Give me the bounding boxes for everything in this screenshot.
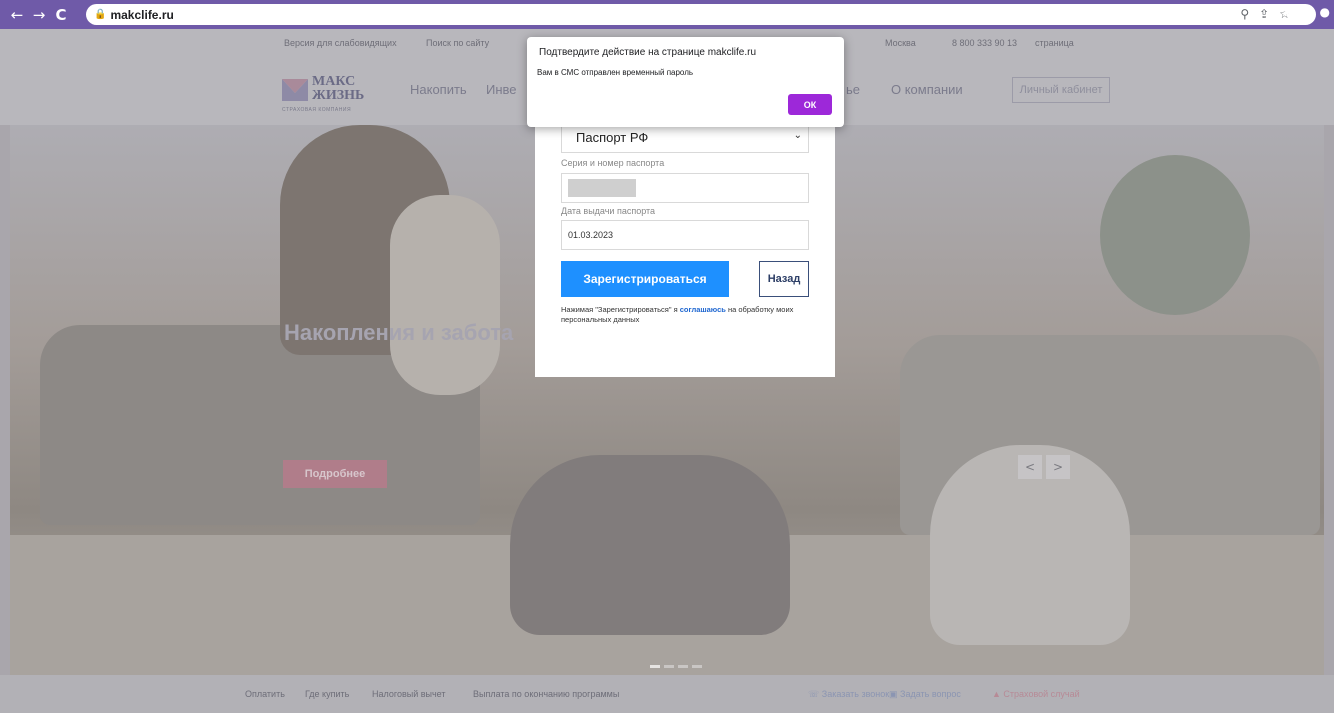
reload-icon[interactable]: C bbox=[50, 6, 72, 24]
carousel-dot[interactable] bbox=[650, 665, 660, 668]
carousel-dots bbox=[650, 665, 702, 668]
browser-alert-dialog: Подтвердите действие на странице makclif… bbox=[527, 37, 844, 127]
carousel-dot[interactable] bbox=[664, 665, 674, 668]
issue-date-field[interactable]: 01.03.2023 bbox=[561, 220, 809, 250]
side-panel-icon[interactable]: ▢ bbox=[1300, 5, 1311, 19]
browser-toolbar: ← → C 🔒 makclife.ru ⚲ ⇪ ☆ ✱ ▢ ● bbox=[0, 0, 1334, 29]
chevron-down-icon: ⌄ bbox=[793, 130, 802, 141]
issue-date-label: Дата выдачи паспорта bbox=[561, 206, 656, 216]
passport-number-field[interactable] bbox=[561, 173, 809, 203]
footer-insurance-case[interactable]: ▲ Страховой случай bbox=[992, 689, 1080, 699]
footer-link-tax[interactable]: Налоговый вычет bbox=[372, 689, 446, 699]
profile-icon[interactable]: ● bbox=[1320, 5, 1330, 19]
share-icon[interactable]: ⇪ bbox=[1259, 7, 1269, 21]
footer-link-pay[interactable]: Оплатить bbox=[245, 689, 285, 699]
carousel-dot[interactable] bbox=[692, 665, 702, 668]
carousel-arrows: < > bbox=[1018, 455, 1070, 479]
logo-subtitle: СТРАХОВАЯ КОМПАНИЯ bbox=[282, 107, 352, 113]
ok-button[interactable]: ОК bbox=[788, 94, 832, 115]
personal-cabinet-button[interactable]: Личный кабинет bbox=[1012, 77, 1110, 103]
site-search-link[interactable]: Поиск по сайту bbox=[426, 38, 489, 48]
menu-item-invest[interactable]: Инве bbox=[486, 82, 517, 97]
logo-line1: МАКС bbox=[312, 74, 356, 89]
consent-link[interactable]: соглашаюсь bbox=[680, 305, 726, 314]
footer-link-payout[interactable]: Выплата по окончанию программы bbox=[473, 689, 619, 699]
registration-form: Паспорт РФ ⌄ Серия и номер паспорта Дата… bbox=[535, 109, 835, 377]
document-type-value: Паспорт РФ bbox=[576, 129, 649, 145]
consent-prefix: Нажимая "Зарегистрироваться" я bbox=[561, 305, 680, 314]
dialog-title: Подтвердите действие на странице makclif… bbox=[539, 47, 757, 58]
city-selector[interactable]: Москва bbox=[885, 38, 916, 48]
masked-passport-value bbox=[568, 179, 636, 197]
url-text[interactable]: makclife.ru bbox=[110, 8, 173, 22]
callback-label: Заказать звонок bbox=[821, 689, 890, 699]
logo-text[interactable]: МАКС ЖИЗНЬ bbox=[312, 75, 364, 103]
zoom-icon[interactable]: ⚲ bbox=[1240, 7, 1249, 21]
page-content: Версия для слабовидящих Поиск по сайту М… bbox=[0, 29, 1334, 713]
register-button[interactable]: Зарегистрироваться bbox=[561, 261, 729, 297]
dialog-message: Вам в СМС отправлен временный пароль bbox=[537, 68, 694, 77]
footer-question[interactable]: ▣ Задать вопрос bbox=[889, 689, 961, 700]
logo-line2: ЖИЗНЬ bbox=[312, 88, 365, 103]
forward-icon[interactable]: → bbox=[28, 6, 50, 24]
question-label: Задать вопрос bbox=[900, 689, 961, 699]
menu-item-save[interactable]: Накопить bbox=[410, 82, 467, 97]
back-button[interactable]: Назад bbox=[759, 261, 809, 297]
carousel-dot[interactable] bbox=[678, 665, 688, 668]
address-bar[interactable]: 🔒 makclife.ru ⚲ ⇪ ☆ bbox=[86, 4, 1316, 25]
menu-item-other[interactable]: ье bbox=[846, 82, 860, 97]
hero-image-plant bbox=[1100, 155, 1250, 315]
passport-number-label: Серия и номер паспорта bbox=[561, 158, 665, 168]
accessibility-link[interactable]: Версия для слабовидящих bbox=[284, 38, 397, 48]
extension-area: ✱ ▢ ● bbox=[1282, 5, 1330, 19]
back-icon[interactable]: ← bbox=[6, 6, 28, 24]
insurance-label: Страховой случай bbox=[1003, 689, 1080, 699]
hero-title: Накопления и забота bbox=[284, 320, 514, 345]
phone-number[interactable]: 8 800 333 90 13 bbox=[952, 38, 1017, 48]
hero-image-child-boy bbox=[510, 455, 790, 635]
more-button[interactable]: Подробнее bbox=[283, 460, 387, 488]
footer-link-where-buy[interactable]: Где купить bbox=[305, 689, 349, 699]
consent-text: Нажимая "Зарегистрироваться" я соглашаюс… bbox=[561, 305, 801, 325]
lock-icon[interactable]: 🔒 bbox=[94, 9, 106, 20]
menu-item-about[interactable]: О компании bbox=[891, 82, 963, 97]
chevron-left-icon[interactable]: < bbox=[1018, 455, 1042, 479]
footer-links-bar: Оплатить Где купить Налоговый вычет Выпл… bbox=[0, 675, 1334, 713]
hero-image-mother bbox=[390, 195, 500, 395]
chevron-right-icon[interactable]: > bbox=[1046, 455, 1070, 479]
footer-callback[interactable]: ☏ Заказать звонок bbox=[808, 689, 889, 700]
extensions-icon[interactable]: ✱ bbox=[1282, 5, 1292, 19]
page-link[interactable]: страница bbox=[1035, 38, 1074, 48]
logo-icon[interactable] bbox=[282, 77, 308, 103]
